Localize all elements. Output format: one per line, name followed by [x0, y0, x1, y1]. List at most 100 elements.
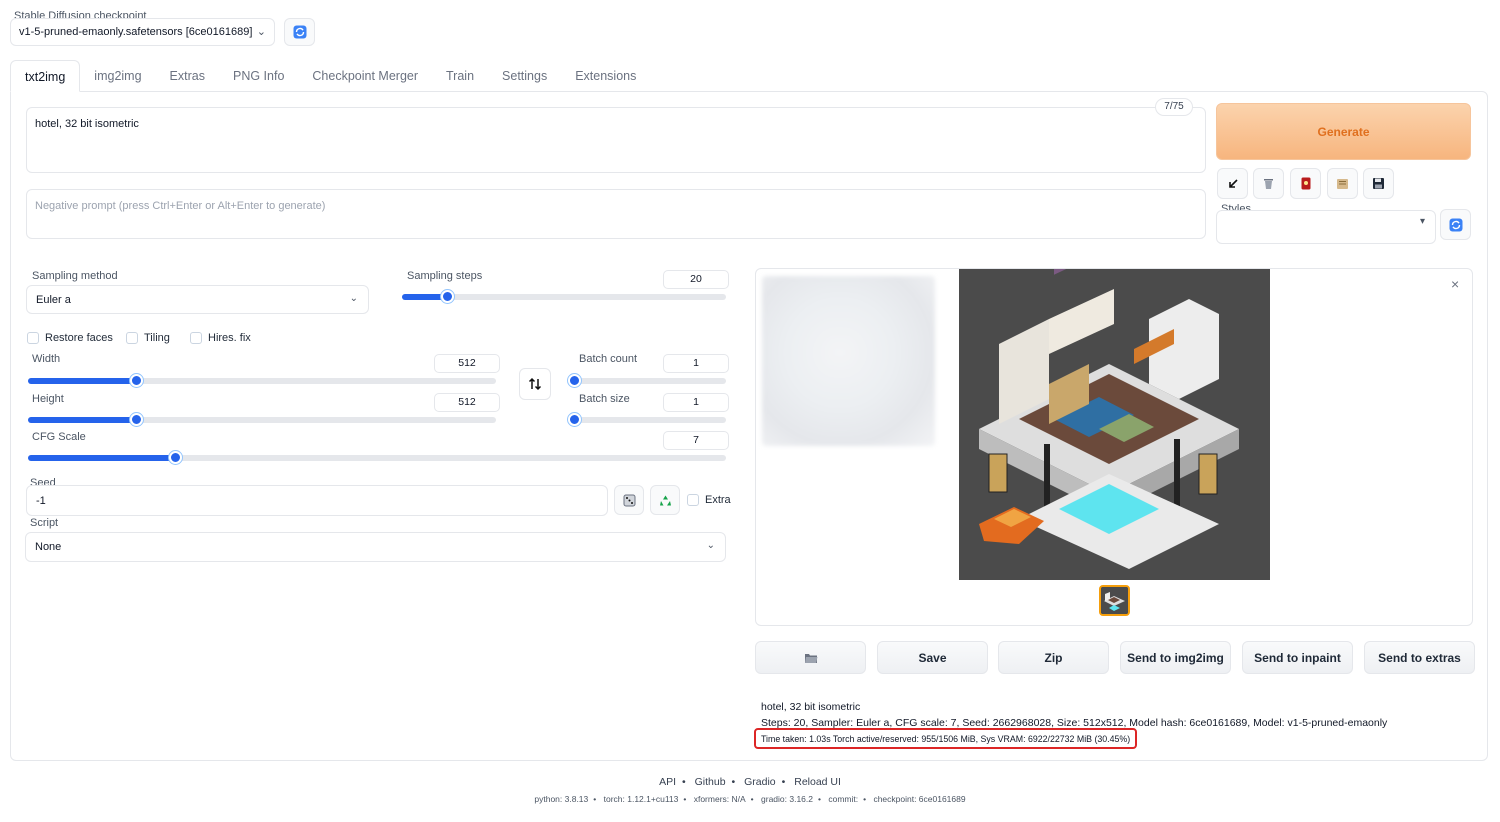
- arrow-down-left-icon: [1228, 178, 1238, 188]
- tab-bar: txt2img img2img Extras PNG Info Checkpoi…: [10, 60, 650, 92]
- zip-button[interactable]: Zip: [998, 641, 1109, 674]
- tiling-checkbox[interactable]: [126, 332, 138, 344]
- open-folder-button[interactable]: [755, 641, 866, 674]
- checkpoint-select[interactable]: v1-5-pruned-emaonly.safetensors [6ce0161…: [10, 18, 275, 46]
- sampling-steps-input[interactable]: 20: [663, 270, 729, 289]
- close-icon[interactable]: ×: [1451, 276, 1459, 292]
- extra-networks-button[interactable]: [1290, 168, 1321, 199]
- batch-count-label: Batch count: [579, 353, 638, 365]
- thumbnail-illustration: [1101, 587, 1128, 614]
- chevron-down-icon: ⌄: [256, 26, 266, 38]
- script-label: Script: [30, 517, 59, 529]
- info-prompt: hotel, 32 bit isometric: [761, 701, 861, 713]
- send-to-extras-button[interactable]: Send to extras: [1364, 641, 1475, 674]
- tiling-label: Tiling: [144, 332, 170, 344]
- height-label: Height: [32, 393, 64, 405]
- time-taken-info: Time taken: 1.03s Torch active/reserved:…: [754, 728, 1137, 749]
- tab-extras[interactable]: Extras: [156, 60, 219, 92]
- reload-ui-link[interactable]: Reload UI: [794, 776, 841, 788]
- slider-thumb[interactable]: [568, 413, 581, 426]
- slider-thumb[interactable]: [568, 374, 581, 387]
- batch-size-input[interactable]: 1: [663, 393, 729, 412]
- slider-thumb[interactable]: [129, 413, 143, 426]
- hires-fix-label: Hires. fix: [208, 332, 251, 344]
- tab-img2img[interactable]: img2img: [80, 60, 155, 92]
- prompt-input[interactable]: hotel, 32 bit isometric: [26, 107, 1206, 173]
- sampling-method-select[interactable]: Euler a ⌄: [26, 285, 369, 314]
- hires-fix-checkbox[interactable]: [190, 332, 202, 344]
- python-version: python: 3.8.13: [534, 794, 589, 804]
- cfg-scale-slider[interactable]: [28, 451, 726, 464]
- tab-png-info[interactable]: PNG Info: [219, 60, 298, 92]
- tab-settings[interactable]: Settings: [488, 60, 561, 92]
- chevron-down-icon: ⌄: [706, 540, 715, 551]
- negative-prompt-input[interactable]: Negative prompt (press Ctrl+Enter or Alt…: [26, 189, 1206, 239]
- slider-thumb[interactable]: [129, 374, 143, 387]
- extra-seed-checkbox[interactable]: [687, 494, 699, 506]
- tab-checkpoint-merger[interactable]: Checkpoint Merger: [298, 60, 432, 92]
- api-link[interactable]: API: [659, 776, 676, 788]
- clipboard-icon: [1337, 179, 1348, 189]
- checkpoint-value: v1-5-pruned-emaonly.safetensors [6ce0161…: [19, 26, 253, 38]
- batch-count-slider[interactable]: [568, 374, 726, 387]
- random-seed-button[interactable]: [614, 485, 644, 515]
- save-style-button[interactable]: [1363, 168, 1394, 199]
- footer-links: API • Github • Gradio • Reload UI: [659, 776, 841, 788]
- script-value: None: [35, 541, 62, 553]
- tab-txt2img[interactable]: txt2img: [10, 60, 81, 92]
- github-link[interactable]: Github: [695, 776, 726, 788]
- generate-button[interactable]: Generate: [1216, 103, 1471, 160]
- refresh-styles-button[interactable]: [1440, 209, 1471, 240]
- gradio-link[interactable]: Gradio: [744, 776, 776, 788]
- sampling-method-label: Sampling method: [32, 270, 118, 282]
- slider-thumb[interactable]: [168, 451, 182, 464]
- seed-value: -1: [36, 494, 46, 507]
- folder-icon: [804, 653, 817, 663]
- width-slider[interactable]: [28, 374, 496, 387]
- script-select[interactable]: None ⌄: [25, 532, 726, 562]
- floppy-disk-icon: [1373, 178, 1384, 189]
- swap-arrows-icon: [528, 377, 542, 391]
- checkpoint-version: checkpoint: 6ce0161689: [873, 794, 966, 804]
- read-params-button[interactable]: [1217, 168, 1248, 199]
- height-slider[interactable]: [28, 413, 496, 426]
- extra-seed-label: Extra: [705, 494, 731, 506]
- refresh-checkpoint-button[interactable]: [284, 18, 315, 46]
- dice-icon: [623, 494, 635, 506]
- send-to-img2img-button[interactable]: Send to img2img: [1120, 641, 1231, 674]
- clear-prompt-button[interactable]: [1253, 168, 1284, 199]
- sampling-steps-label: Sampling steps: [407, 270, 483, 282]
- token-counter: 7/75: [1155, 98, 1193, 116]
- sampling-steps-slider[interactable]: [402, 290, 726, 303]
- seed-input[interactable]: -1: [26, 485, 608, 516]
- xformers-version: xformers: N/A: [693, 794, 746, 804]
- commit-version: commit:: [828, 794, 859, 804]
- send-to-inpaint-button[interactable]: Send to inpaint: [1242, 641, 1353, 674]
- generated-image[interactable]: [959, 269, 1270, 580]
- restore-faces-label: Restore faces: [45, 332, 113, 344]
- card-icon: [1301, 177, 1310, 190]
- tab-train[interactable]: Train: [432, 60, 488, 92]
- apply-style-button[interactable]: [1327, 168, 1358, 199]
- width-input[interactable]: 512: [434, 354, 500, 373]
- restore-faces-checkbox[interactable]: [27, 332, 39, 344]
- refresh-icon: [293, 25, 306, 39]
- batch-size-label: Batch size: [579, 393, 630, 405]
- styles-select[interactable]: ▾: [1216, 210, 1436, 244]
- isometric-hotel-illustration: [959, 269, 1270, 580]
- reuse-seed-button[interactable]: [650, 485, 680, 515]
- caret-down-icon: ▾: [1419, 216, 1425, 227]
- trash-icon: [1264, 179, 1273, 189]
- swap-dimensions-button[interactable]: [519, 368, 551, 400]
- batch-size-slider[interactable]: [568, 413, 726, 426]
- cfg-scale-label: CFG Scale: [32, 431, 86, 443]
- height-input[interactable]: 512: [434, 393, 500, 412]
- save-button[interactable]: Save: [877, 641, 988, 674]
- cfg-scale-input[interactable]: 7: [663, 431, 729, 450]
- gallery-thumbnail[interactable]: [1099, 585, 1130, 616]
- batch-count-input[interactable]: 1: [663, 354, 729, 373]
- recycle-icon: [659, 495, 671, 505]
- footer-versions: python: 3.8.13 • torch: 1.12.1+cu113 • xfo…: [534, 794, 966, 804]
- width-label: Width: [32, 353, 61, 365]
- tab-extensions[interactable]: Extensions: [561, 60, 650, 92]
